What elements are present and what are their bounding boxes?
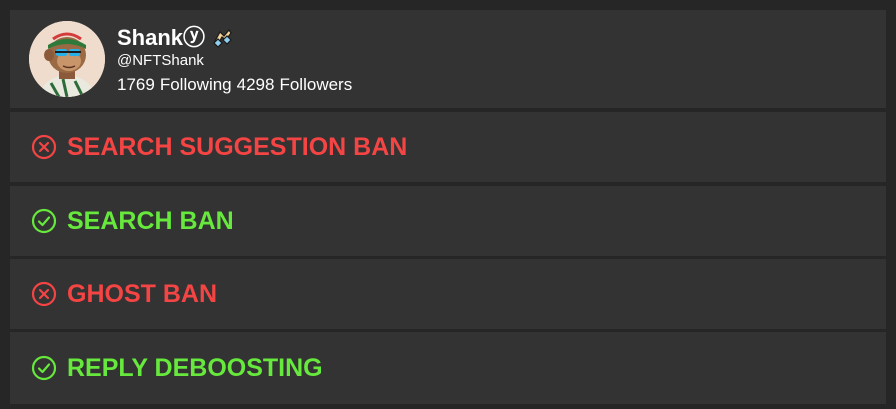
followers-count: 4298	[236, 75, 275, 94]
check-label-reply-deboosting: REPLY DEBOOSTING	[67, 354, 323, 382]
check-row-ghost-ban: GHOST BAN	[10, 259, 886, 329]
check-label-search-ban: SEARCH BAN	[67, 207, 234, 235]
check-label-ghost-ban: GHOST BAN	[67, 280, 217, 308]
profile-card: Shankⓨ @NFTShank 1769 Following 4298 Follow…	[10, 10, 886, 108]
check-circle-icon	[31, 208, 57, 234]
diamond-hands-emoji-icon	[211, 27, 233, 49]
check-circle-icon	[31, 355, 57, 381]
following-count: 1769	[117, 75, 155, 94]
check-row-search-suggestion-ban: SEARCH SUGGESTION BAN	[10, 112, 886, 182]
shadowban-results: Shankⓨ @NFTShank 1769 Following 4298 Follow…	[0, 0, 896, 409]
profile-stats: 1769 Following 4298 Followers	[117, 74, 352, 96]
check-label-search-suggestion-ban: SEARCH SUGGESTION BAN	[67, 133, 408, 161]
x-circle-icon	[31, 281, 57, 307]
followers-label: Followers	[279, 75, 353, 94]
profile-name-line: Shankⓨ	[117, 24, 233, 52]
profile-handle[interactable]: @NFTShank	[117, 52, 204, 70]
x-circle-icon	[31, 134, 57, 160]
check-row-search-ban: SEARCH BAN	[10, 186, 886, 256]
following-label: Following	[159, 75, 232, 94]
check-row-reply-deboosting: REPLY DEBOOSTING	[10, 332, 886, 404]
avatar	[29, 21, 105, 97]
profile-name[interactable]: Shankⓨ	[117, 24, 205, 52]
